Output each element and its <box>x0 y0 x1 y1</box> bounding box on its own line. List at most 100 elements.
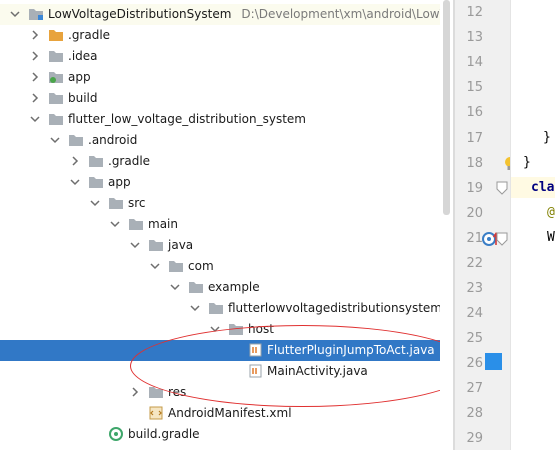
tree-row-java[interactable]: java <box>0 235 440 256</box>
tree-label: flutter_low_voltage_distribution_system <box>68 112 306 126</box>
project-tree: LowVoltageDistributionSystem D:\Developme… <box>0 0 440 450</box>
code-editor[interactable]: } } cla @ W <box>510 0 555 450</box>
tree-label: .gradle <box>68 28 111 42</box>
chevron-down-icon[interactable] <box>10 9 20 19</box>
tree-label: app <box>68 70 91 84</box>
chevron-down-icon[interactable] <box>210 324 220 334</box>
folder-icon <box>49 114 63 125</box>
tree-label: flutterlowvoltagedistributionsystem <box>228 301 440 315</box>
tree-row-main-activity-file[interactable]: MainActivity.java <box>0 361 440 382</box>
tree-row-flutter-module[interactable]: flutter_low_voltage_distribution_system <box>0 109 440 130</box>
tree-row-android-manifest[interactable]: AndroidManifest.xml <box>0 403 440 424</box>
tree-label: com <box>188 259 214 273</box>
line-number: 26 <box>466 356 483 371</box>
tree-label: src <box>128 196 146 210</box>
folder-icon <box>49 93 63 104</box>
module-folder-icon <box>49 72 63 83</box>
tree-row-package[interactable]: flutterlowvoltagedistributionsystem <box>0 298 440 319</box>
folder-icon <box>49 30 63 41</box>
code-line-18: } <box>523 155 531 170</box>
folder-icon <box>229 324 243 335</box>
folder-icon <box>49 51 63 62</box>
line-number: 15 <box>466 80 483 95</box>
chevron-right-icon[interactable] <box>30 93 40 103</box>
tree-label: FlutterPluginJumpToAct.java <box>267 343 435 357</box>
chevron-right-icon[interactable] <box>30 30 40 40</box>
tree-row-build-gradle[interactable]: build.gradle <box>0 424 440 445</box>
folder-icon <box>209 303 223 314</box>
tree-row-res[interactable]: res <box>0 382 440 403</box>
code-line-17: } <box>543 130 551 145</box>
chevron-down-icon[interactable] <box>90 198 100 208</box>
tree-label: main <box>148 217 178 231</box>
line-number: 29 <box>466 431 483 446</box>
chevron-down-icon[interactable] <box>110 219 120 229</box>
folder-icon <box>169 261 183 272</box>
tree-scrollbar[interactable] <box>440 0 453 450</box>
tree-row-build[interactable]: build <box>0 88 440 109</box>
java-file-icon <box>249 364 262 378</box>
tree-label-project-root: LowVoltageDistributionSystem D:\Developme… <box>48 7 440 21</box>
tree-label: example <box>208 280 260 294</box>
folder-icon <box>149 387 163 398</box>
chevron-right-icon[interactable] <box>70 156 80 166</box>
tree-label: .android <box>88 133 138 147</box>
folder-icon <box>89 177 103 188</box>
xml-file-icon <box>149 406 163 420</box>
line-number: 19 <box>466 181 483 196</box>
folder-icon <box>129 219 143 230</box>
tree-row-com[interactable]: com <box>0 256 440 277</box>
chevron-down-icon[interactable] <box>190 303 200 313</box>
folder-icon <box>189 282 203 293</box>
tree-row-app[interactable]: app <box>0 67 440 88</box>
line-number: 12 <box>466 5 483 20</box>
line-number: 16 <box>466 105 483 120</box>
tree-label: app <box>108 175 131 189</box>
java-file-icon <box>249 343 262 357</box>
code-line-20: @ <box>547 205 555 220</box>
code-line-19: cla <box>531 180 555 195</box>
tree-label: MainActivity.java <box>267 364 368 378</box>
line-number: 28 <box>466 406 483 421</box>
tree-label: .gradle <box>108 154 151 168</box>
tree-label: .idea <box>68 49 98 63</box>
tree-row-android-app[interactable]: app <box>0 172 440 193</box>
line-number: 22 <box>466 256 483 271</box>
line-number: 23 <box>466 281 483 296</box>
chevron-down-icon[interactable] <box>130 240 140 250</box>
chevron-right-icon[interactable] <box>30 51 40 61</box>
line-number: 21 <box>466 231 483 246</box>
tree-row-flutter-plugin-file[interactable]: FlutterPluginJumpToAct.java <box>0 340 440 361</box>
tree-label: res <box>168 385 187 399</box>
chevron-down-icon[interactable] <box>30 114 40 124</box>
folder-icon <box>69 135 83 146</box>
line-number: 25 <box>466 331 483 346</box>
tree-row-project-root[interactable]: LowVoltageDistributionSystem D:\Developme… <box>0 4 440 25</box>
tree-row-android-gradle[interactable]: .gradle <box>0 151 440 172</box>
line-number: 13 <box>466 30 483 45</box>
chevron-down-icon[interactable] <box>50 135 60 145</box>
fold-marker-icon[interactable] <box>496 232 508 246</box>
line-number: 14 <box>466 55 483 70</box>
folder-icon <box>109 198 123 209</box>
tree-row-android[interactable]: .android <box>0 130 440 151</box>
chevron-down-icon[interactable] <box>70 177 80 187</box>
tree-scrollbar-thumb[interactable] <box>443 0 450 215</box>
tree-row-gradle[interactable]: .gradle <box>0 25 440 46</box>
gradle-file-icon <box>109 427 123 441</box>
chevron-right-icon[interactable] <box>130 387 140 397</box>
tree-label: build <box>68 91 98 105</box>
tree-label: AndroidManifest.xml <box>168 406 292 420</box>
tree-row-main[interactable]: main <box>0 214 440 235</box>
tree-row-src[interactable]: src <box>0 193 440 214</box>
line-number: 24 <box>466 306 483 321</box>
tree-label: build.gradle <box>128 427 200 441</box>
chevron-right-icon[interactable] <box>30 72 40 82</box>
bookmark-marker-icon[interactable] <box>485 353 502 370</box>
chevron-down-icon[interactable] <box>150 261 160 271</box>
tree-row-host[interactable]: host <box>0 319 440 340</box>
tree-row-idea[interactable]: .idea <box>0 46 440 67</box>
fold-marker-icon[interactable] <box>496 181 508 195</box>
chevron-down-icon[interactable] <box>170 282 180 292</box>
tree-row-example[interactable]: example <box>0 277 440 298</box>
